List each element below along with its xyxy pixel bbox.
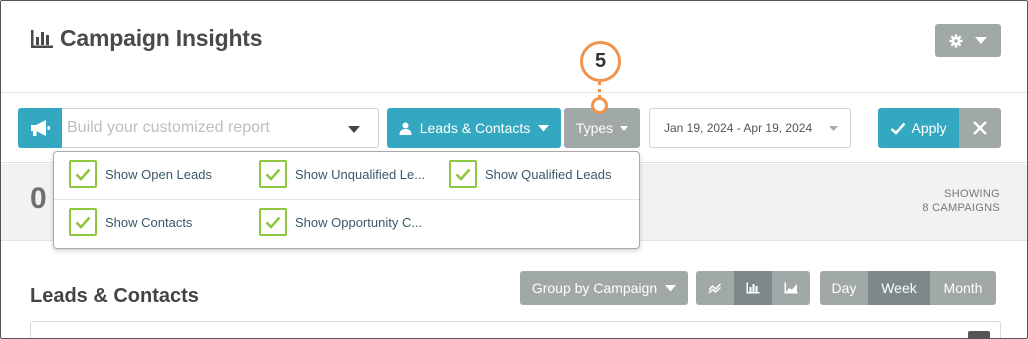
types-dropdown: Show Open Leads Show Unqualified Le... S… — [53, 151, 640, 249]
bar-chart-icon — [746, 282, 760, 294]
megaphone-icon — [31, 120, 50, 136]
line-chart-icon — [708, 283, 722, 294]
checkbox[interactable] — [259, 208, 287, 236]
page-header: Campaign Insights — [1, 1, 1027, 93]
title-wrap: Campaign Insights — [30, 25, 263, 52]
types-dropdown-row: Show Open Leads Show Unqualified Le... S… — [54, 152, 639, 200]
period-week[interactable]: Week — [868, 271, 930, 305]
summary-total: 0 — [30, 182, 47, 215]
callout-marker — [591, 97, 608, 114]
group-by-button[interactable]: Group by Campaign — [520, 271, 688, 305]
bar-chart-button[interactable] — [734, 271, 772, 305]
checkmark-icon — [265, 216, 281, 229]
user-icon — [399, 122, 412, 135]
app-window: Campaign Insights Build your customized … — [0, 0, 1028, 339]
option-label: Show Opportunity C... — [295, 214, 423, 230]
period-day[interactable]: Day — [820, 271, 868, 305]
chevron-down-icon — [829, 126, 838, 131]
checkbox[interactable] — [259, 160, 287, 188]
checkmark-icon — [75, 168, 91, 181]
checkmark-icon — [455, 168, 471, 181]
option-opportunity-contacts[interactable]: Show Opportunity C... — [259, 208, 422, 236]
option-label: Show Contacts — [105, 214, 193, 230]
period-month[interactable]: Month — [930, 271, 996, 305]
date-range-text: Jan 19, 2024 - Apr 19, 2024 — [664, 121, 813, 135]
callout-connector — [598, 82, 601, 98]
settings-button[interactable] — [935, 24, 1001, 57]
showing-campaigns: 8 CAMPAIGNS — [922, 202, 1000, 214]
panel-menu-icon[interactable] — [968, 331, 990, 338]
caret-down-icon — [538, 124, 550, 131]
option-label: Show Qualified Leads — [485, 166, 612, 182]
chevron-down-icon — [348, 126, 360, 133]
checkbox[interactable] — [69, 208, 97, 236]
apply-label: Apply — [911, 120, 947, 136]
leads-contacts-button[interactable]: Leads & Contacts — [387, 108, 561, 148]
option-unqualified-leads[interactable]: Show Unqualified Le... — [259, 160, 425, 188]
showing-count: SHOWING 8 CAMPAIGNS — [922, 187, 1000, 215]
option-contacts[interactable]: Show Contacts — [69, 208, 192, 236]
date-range-select[interactable]: Jan 19, 2024 - Apr 19, 2024 — [649, 108, 851, 148]
caret-down-icon — [665, 284, 677, 291]
report-builder: Build your customized report — [18, 108, 379, 148]
close-icon — [973, 121, 987, 135]
option-qualified-leads[interactable]: Show Qualified Leads — [449, 160, 611, 188]
report-select[interactable]: Build your customized report — [62, 108, 379, 148]
caret-down-icon — [620, 125, 629, 131]
clear-button[interactable] — [959, 108, 1001, 148]
option-label: Show Unqualified Le... — [295, 166, 426, 182]
report-icon-box — [18, 108, 62, 148]
callout-number: 5 — [580, 41, 621, 82]
option-open-leads[interactable]: Show Open Leads — [69, 160, 212, 188]
caret-down-icon — [975, 36, 987, 44]
apply-button[interactable]: Apply — [878, 108, 959, 148]
showing-label: SHOWING — [944, 188, 1000, 200]
chart-panel — [30, 321, 1001, 338]
checkbox[interactable] — [69, 160, 97, 188]
line-chart-button[interactable] — [696, 271, 734, 305]
chart-type-toggle — [696, 271, 810, 305]
checkmark-icon — [75, 216, 91, 229]
report-placeholder: Build your customized report — [67, 119, 270, 136]
page-title: Campaign Insights — [60, 25, 263, 51]
bar-chart-icon — [31, 29, 53, 48]
area-chart-icon — [784, 282, 798, 294]
section-title: Leads & Contacts — [30, 285, 199, 307]
checkmark-icon — [891, 122, 906, 135]
area-chart-button[interactable] — [772, 271, 810, 305]
gear-icon — [949, 34, 963, 47]
period-toggle: Day Week Month — [820, 271, 996, 305]
checkmark-icon — [265, 168, 281, 181]
types-dropdown-row: Show Contacts Show Opportunity C... — [54, 200, 639, 248]
checkbox[interactable] — [449, 160, 477, 188]
leads-contacts-label: Leads & Contacts — [419, 120, 531, 136]
option-label: Show Open Leads — [105, 166, 212, 182]
types-label: Types — [575, 120, 614, 136]
types-button[interactable]: Types — [564, 108, 640, 148]
group-by-label: Group by Campaign — [531, 280, 658, 296]
